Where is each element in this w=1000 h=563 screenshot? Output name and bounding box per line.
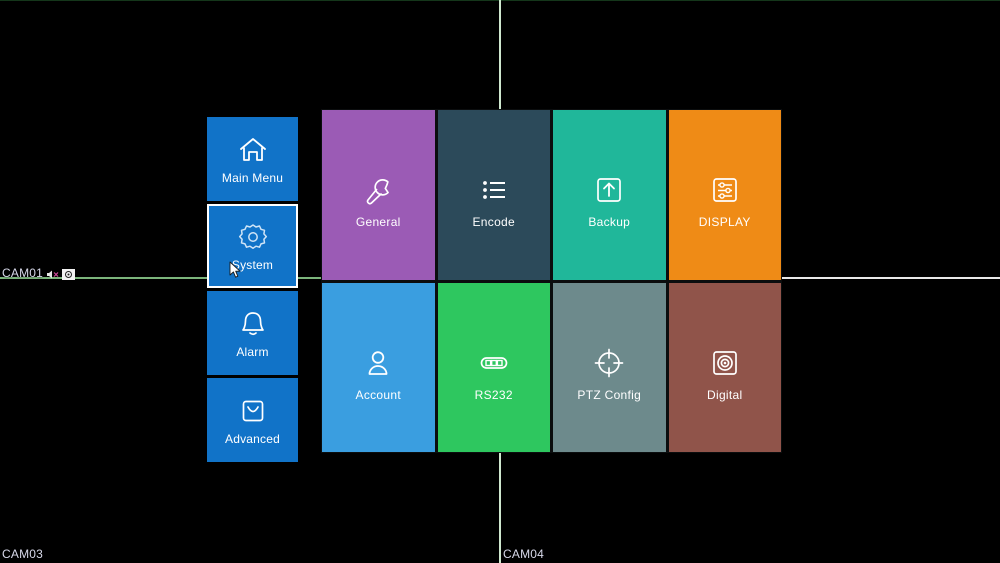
camera-label-cam03: CAM03	[2, 547, 43, 561]
camera-label-cam04: CAM04	[503, 547, 544, 561]
tile-display[interactable]: DISPLAY	[668, 110, 781, 280]
tile-label: General	[355, 215, 401, 230]
tile-label: DISPLAY	[698, 215, 751, 230]
toolbox-icon	[237, 395, 269, 427]
tile-general[interactable]: General	[322, 110, 435, 280]
person-icon	[361, 346, 395, 380]
sliders-icon	[708, 173, 742, 207]
bell-icon	[237, 308, 269, 340]
lens-icon	[708, 346, 742, 380]
main-menu-sidebar: Main Menu System Alarm Advanced	[207, 117, 298, 462]
gear-icon	[237, 221, 269, 253]
tile-rs232[interactable]: RS232	[437, 282, 550, 452]
sidebar-item-label: Main Menu	[221, 171, 284, 185]
tile-label: Account	[355, 387, 401, 402]
list-icon	[477, 173, 511, 207]
sidebar-item-label: System	[231, 258, 274, 272]
sidebar-item-label: Advanced	[225, 432, 280, 446]
tile-backup[interactable]: Backup	[553, 110, 666, 280]
sidebar-item-alarm[interactable]: Alarm	[207, 291, 298, 375]
camera-label-text: CAM04	[503, 547, 545, 561]
tile-label: RS232	[474, 387, 513, 402]
sidebar-item-main-menu[interactable]: Main Menu	[207, 117, 298, 201]
upload-box-icon	[592, 173, 626, 207]
tile-label: Backup	[588, 215, 631, 230]
sidebar-item-advanced[interactable]: Advanced	[207, 378, 298, 462]
camera-label-text: CAM03	[2, 547, 44, 561]
tile-ptz-config[interactable]: PTZ Config	[553, 282, 666, 452]
tile-encode[interactable]: Encode	[437, 110, 550, 280]
tile-label: Digital	[707, 387, 743, 402]
sidebar-item-label: Alarm	[236, 345, 269, 359]
crosshair-icon	[592, 346, 626, 380]
connector-icon	[477, 346, 511, 380]
camera-label-text: CAM01	[2, 266, 44, 280]
home-icon	[237, 134, 269, 166]
mute-icon	[46, 269, 59, 280]
tile-label: PTZ Config	[577, 387, 642, 402]
tile-digital[interactable]: Digital	[668, 282, 781, 452]
dvr-screen: CAM01 CAM03 CAM04 Main Menu System Alarm…	[0, 0, 1000, 563]
tile-label: Encode	[472, 215, 515, 230]
wrench-icon	[361, 173, 395, 207]
record-icon	[62, 268, 76, 280]
tile-account[interactable]: Account	[322, 282, 435, 452]
camera-label-cam01: CAM01	[2, 266, 76, 280]
system-menu-grid: General Encode Backup DISPLAY Account RS…	[321, 109, 782, 453]
sidebar-item-system[interactable]: System	[207, 204, 298, 288]
